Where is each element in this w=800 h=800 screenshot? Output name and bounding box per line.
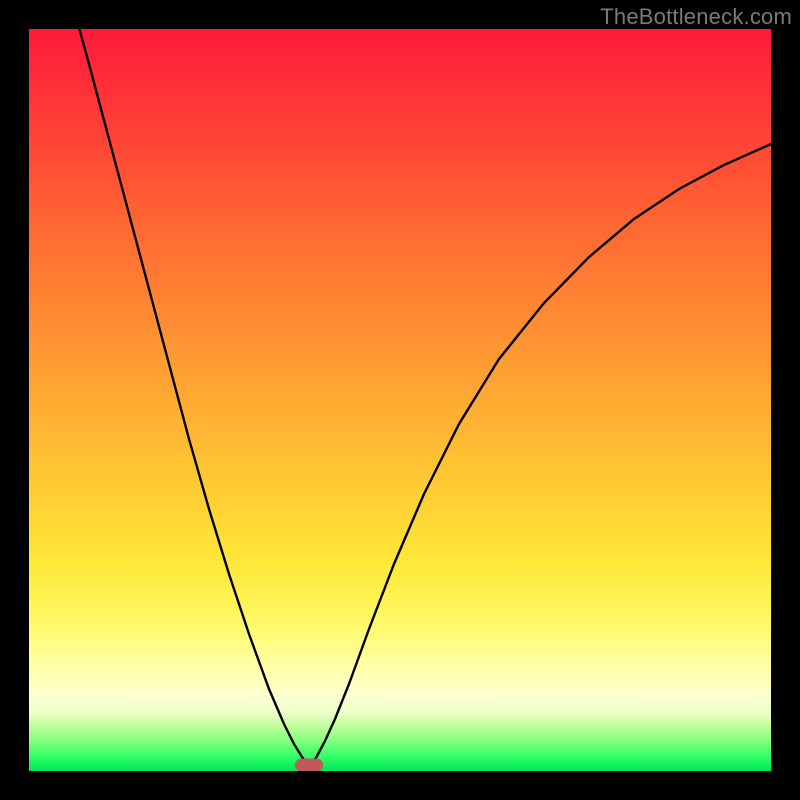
watermark-text: TheBottleneck.com — [600, 4, 792, 30]
bottleneck-curve — [78, 29, 771, 766]
curve-svg — [29, 29, 771, 771]
optimal-marker — [295, 759, 323, 772]
plot-area — [29, 29, 771, 771]
